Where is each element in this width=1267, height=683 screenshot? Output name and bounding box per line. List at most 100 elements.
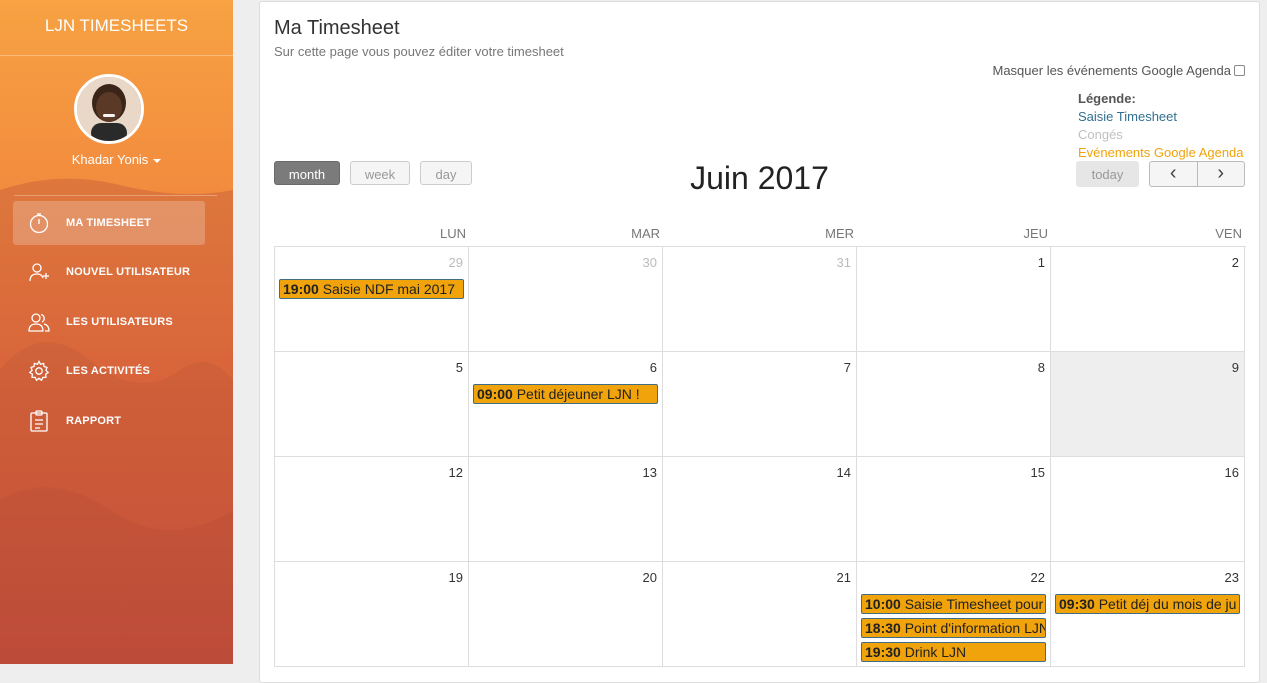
day-number[interactable]: 29: [449, 255, 463, 270]
day-number[interactable]: 15: [1031, 465, 1045, 480]
sidebar-item-nouvel-utilisateur[interactable]: NOUVEL UTILISATEUR: [13, 250, 205, 294]
day-number[interactable]: 12: [449, 465, 463, 480]
day-number[interactable]: 5: [456, 360, 463, 375]
day-number[interactable]: 31: [837, 255, 851, 270]
day-number[interactable]: 13: [643, 465, 657, 480]
day-number[interactable]: 20: [643, 570, 657, 585]
legend-item-conges: Congés: [1078, 127, 1123, 142]
day-header-ven: VEN: [1215, 226, 1242, 241]
calendar-day-cell[interactable]: 19: [275, 562, 469, 667]
users-icon: [25, 308, 53, 336]
calendar-event[interactable]: 10:00 Saisie Timesheet pour: [861, 594, 1046, 614]
hide-google-checkbox[interactable]: [1234, 65, 1245, 76]
day-number[interactable]: 14: [837, 465, 851, 480]
app-brand[interactable]: LJN TIMESHEETS: [0, 0, 233, 56]
calendar-day-cell[interactable]: 6 09:00 Petit déjeuner LJN !: [469, 352, 663, 457]
calendar-event[interactable]: 18:30 Point d'information LJN: [861, 618, 1046, 638]
user-menu[interactable]: Khadar Yonis: [0, 152, 233, 167]
event-title: Petit déj du mois de ju: [1098, 596, 1237, 612]
event-time: 18:30: [865, 620, 901, 636]
day-number[interactable]: 9: [1232, 360, 1239, 375]
stopwatch-icon: [25, 209, 53, 237]
next-month-button[interactable]: ›: [1196, 162, 1245, 186]
calendar-grid: LUN MAR MER JEU VEN 29 19:00 Saisie NDF m…: [274, 226, 1246, 667]
calendar-day-cell[interactable]: 30: [469, 247, 663, 352]
calendar-day-cell[interactable]: 20: [469, 562, 663, 667]
calendar-day-cell[interactable]: 13: [469, 457, 663, 562]
sidebar-item-ma-timesheet[interactable]: MA TIMESHEET: [13, 201, 205, 245]
calendar-week-row: 5 6 09:00 Petit déjeuner LJN ! 7 8 9: [275, 352, 1246, 457]
sidebar-item-label: RAPPORT: [66, 415, 122, 427]
calendar-day-cell[interactable]: 29 19:00 Saisie NDF mai 2017: [275, 247, 469, 352]
day-number[interactable]: 21: [837, 570, 851, 585]
clipboard-icon: [25, 407, 53, 435]
calendar-day-cell[interactable]: 1: [857, 247, 1051, 352]
sidebar-divider: [14, 195, 217, 196]
user-name: Khadar Yonis: [71, 152, 149, 167]
page-subtitle: Sur cette page vous pouvez éditer votre …: [274, 44, 564, 59]
day-header-jeu: JEU: [1023, 226, 1048, 241]
event-title: Drink LJN: [904, 644, 967, 660]
day-number[interactable]: 19: [449, 570, 463, 585]
event-time: 19:00: [283, 281, 319, 297]
legend-title: Légende:: [1078, 91, 1136, 106]
day-number[interactable]: 30: [643, 255, 657, 270]
page-title: Ma Timesheet: [274, 17, 400, 39]
avatar[interactable]: [74, 74, 144, 144]
legend-item-timesheet: Saisie Timesheet: [1078, 109, 1177, 124]
sidebar-item-label: LES ACTIVITÉS: [66, 365, 151, 377]
calendar-day-cell[interactable]: 16: [1051, 457, 1245, 562]
sidebar-item-rapport[interactable]: RAPPORT: [13, 399, 205, 443]
event-title: Point d'information LJN: [904, 620, 1046, 636]
calendar-day-cell[interactable]: 21: [663, 562, 857, 667]
timesheet-card: Ma Timesheet Sur cette page vous pouvez …: [259, 1, 1260, 683]
calendar-body: 29 19:00 Saisie NDF mai 2017 30 31 1 2 5 6 09:00…: [274, 246, 1246, 667]
calendar-event[interactable]: 19:30 Drink LJN: [861, 642, 1046, 662]
event-title: Saisie Timesheet pour: [904, 596, 1044, 612]
hide-google-label: Masquer les événements Google Agenda: [992, 63, 1232, 78]
calendar-day-cell[interactable]: 8: [857, 352, 1051, 457]
event-title: Saisie NDF mai 2017: [322, 281, 455, 297]
day-number[interactable]: 16: [1225, 465, 1239, 480]
day-number[interactable]: 1: [1038, 255, 1045, 270]
calendar-event[interactable]: 19:00 Saisie NDF mai 2017: [279, 279, 464, 299]
calendar-week-row: 19 20 21 22 10:00 Saisie Timesheet pour 18:30…: [275, 562, 1246, 667]
day-number[interactable]: 22: [1031, 570, 1045, 585]
calendar-event[interactable]: 09:30 Petit déj du mois de ju: [1055, 594, 1240, 614]
today-button[interactable]: today: [1076, 161, 1139, 187]
day-header-mer: MER: [825, 226, 854, 241]
calendar-day-cell[interactable]: 15: [857, 457, 1051, 562]
event-time: 10:00: [865, 596, 901, 612]
day-header-mar: MAR: [631, 226, 660, 241]
legend: Légende: Saisie Timesheet Congés Evéneme…: [1078, 90, 1244, 162]
calendar-nav: ‹ ›: [1149, 161, 1245, 187]
day-number[interactable]: 7: [844, 360, 851, 375]
day-header-lun: LUN: [439, 226, 466, 241]
hide-google-events-toggle[interactable]: Masquer les événements Google Agenda: [992, 63, 1245, 78]
calendar-event[interactable]: 09:00 Petit déjeuner LJN !: [473, 384, 658, 404]
sidebar-item-label: NOUVEL UTILISATEUR: [66, 266, 191, 278]
sidebar-item-label: LES UTILISATEURS: [66, 316, 173, 328]
day-number[interactable]: 6: [650, 360, 657, 375]
calendar-day-cell[interactable]: 2: [1051, 247, 1245, 352]
calendar-day-cell-today[interactable]: 9: [1051, 352, 1245, 457]
day-number[interactable]: 8: [1038, 360, 1045, 375]
calendar-day-cell[interactable]: 22 10:00 Saisie Timesheet pour 18:30 Point…: [857, 562, 1051, 667]
calendar-day-cell[interactable]: 5: [275, 352, 469, 457]
day-number[interactable]: 23: [1225, 570, 1239, 585]
sidebar-item-les-activites[interactable]: LES ACTIVITÉS: [13, 349, 205, 393]
prev-month-button[interactable]: ‹: [1150, 162, 1197, 186]
calendar-day-cell[interactable]: 7: [663, 352, 857, 457]
calendar-day-cell[interactable]: 31: [663, 247, 857, 352]
sidebar-item-les-utilisateurs[interactable]: LES UTILISATEURS: [13, 300, 205, 344]
chevron-down-icon: [153, 158, 162, 163]
calendar-day-cell[interactable]: 12: [275, 457, 469, 562]
calendar-day-headers: LUN MAR MER JEU VEN: [274, 226, 1246, 246]
event-title: Petit déjeuner LJN !: [516, 386, 640, 402]
day-number[interactable]: 2: [1232, 255, 1239, 270]
calendar-day-cell[interactable]: 23 09:30 Petit déj du mois de ju: [1051, 562, 1245, 667]
sidebar: LJN TIMESHEETS Khadar Yonis MA TIMESHEET…: [0, 0, 233, 664]
calendar-day-cell[interactable]: 14: [663, 457, 857, 562]
calendar-week-row: 12 13 14 15 16: [275, 457, 1246, 562]
event-time: 19:30: [865, 644, 901, 660]
